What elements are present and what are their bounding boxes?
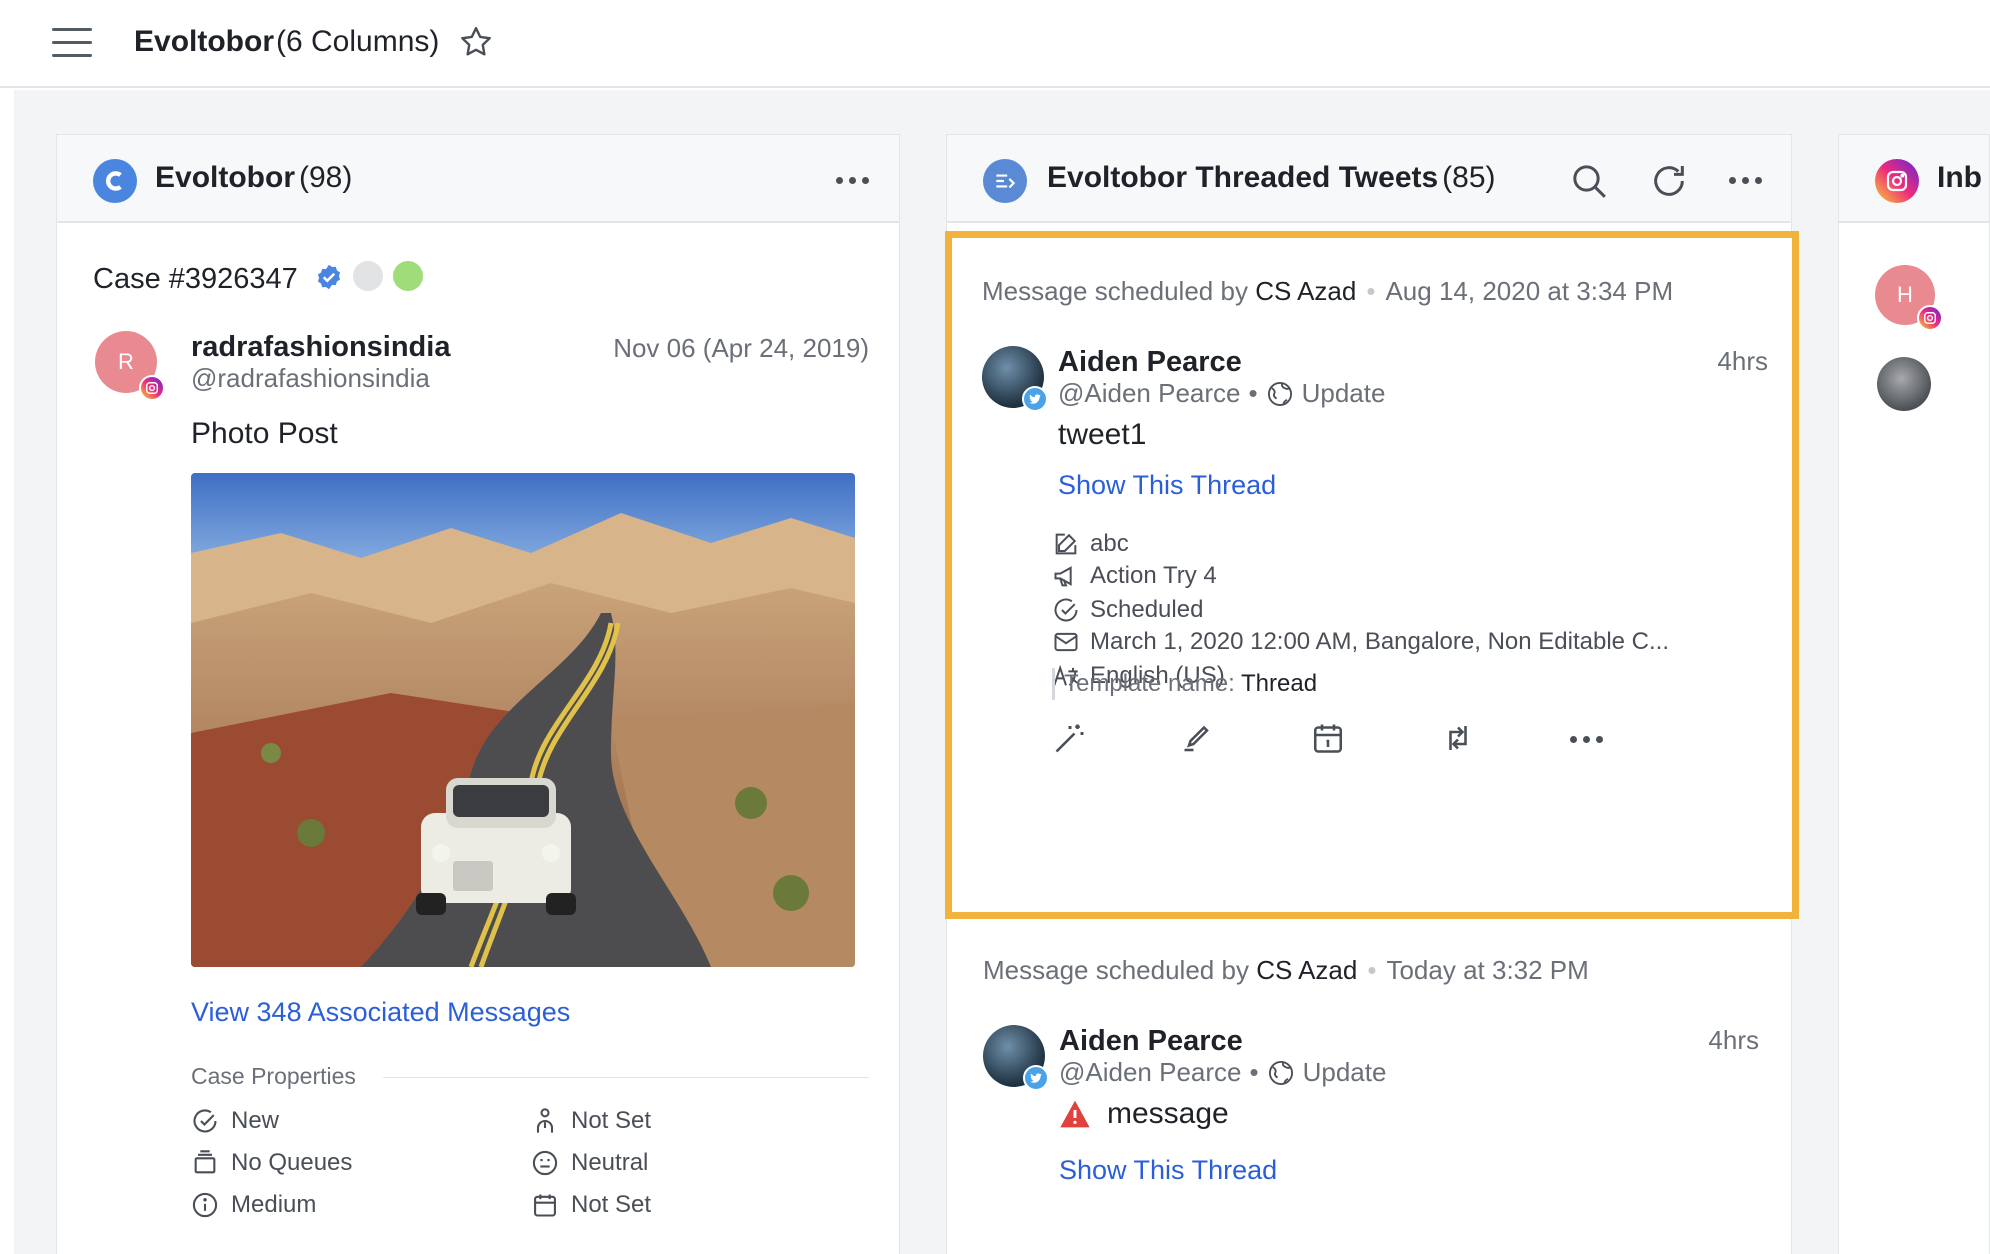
top-bar: Evoltobor (6 Columns) — [0, 0, 1990, 88]
show-thread-link[interactable]: Show This Thread — [1059, 1155, 1277, 1186]
hamburger-icon[interactable] — [52, 28, 92, 60]
dashboard-column-count: (6 Columns) — [276, 25, 440, 58]
info-icon — [192, 1192, 218, 1218]
column-title: Evoltobor Threaded Tweets (85) — [1047, 161, 1496, 194]
warning-icon — [1060, 1100, 1090, 1128]
scheduled-by-line: Message scheduled by CS Azad • Aug 14, 202… — [982, 276, 1674, 306]
message-time: 4hrs — [1717, 346, 1768, 376]
neutral-face-icon — [532, 1150, 558, 1176]
author-handle: @radrafashionsindia — [191, 363, 430, 393]
column-evoltobor: Evoltobor (98) Case #3926347 R radrafashi… — [56, 134, 900, 1254]
column-header: Evoltobor (98) — [57, 135, 899, 223]
dashboard-title: Evoltobor — [134, 25, 274, 58]
property-priority[interactable]: Medium — [191, 1191, 316, 1219]
globe-icon — [1267, 381, 1292, 406]
case-id[interactable]: Case #3926347 — [93, 263, 298, 296]
calendar-icon — [534, 1194, 556, 1217]
magic-wand-icon[interactable] — [1052, 720, 1088, 756]
instagram-badge-icon — [139, 375, 165, 401]
property-sentiment[interactable]: Neutral — [531, 1149, 648, 1177]
status-dot[interactable] — [393, 261, 423, 291]
twitter-badge-icon — [1023, 1065, 1049, 1091]
twitter-badge-icon — [1022, 386, 1048, 412]
refresh-icon[interactable] — [1649, 161, 1689, 201]
scheduled-by-line: Message scheduled by CS Azad • Today at 3:… — [983, 955, 1589, 985]
author-name[interactable]: radrafashionsindia — [191, 331, 450, 364]
queue-icon — [194, 1150, 216, 1174]
associated-messages-link[interactable]: View 348 Associated Messages — [191, 997, 570, 1028]
avatar[interactable] — [1877, 357, 1931, 411]
pen-icon[interactable] — [1180, 720, 1216, 756]
property-assignee[interactable]: Not Set — [531, 1107, 651, 1135]
column-title: Evoltobor (98) — [155, 161, 353, 194]
author-name[interactable]: Aiden Pearce — [1059, 1025, 1243, 1058]
message-more-icon[interactable] — [1570, 736, 1603, 743]
meta-status: Scheduled — [1052, 596, 1203, 624]
message-text: message — [1107, 1097, 1229, 1130]
property-queue[interactable]: No Queues — [191, 1149, 352, 1177]
retweet-icon[interactable] — [1440, 720, 1476, 756]
meta-schedule: March 1, 2020 12:00 AM, Bangalore, Non E… — [1052, 628, 1669, 656]
sprinklr-logo-icon — [93, 159, 137, 203]
verified-icon — [317, 264, 341, 290]
search-icon[interactable] — [1569, 161, 1609, 201]
column-more-icon[interactable] — [1729, 177, 1762, 184]
megaphone-icon — [1054, 566, 1072, 587]
column-header: Evoltobor Threaded Tweets (85) — [947, 135, 1791, 223]
instagram-logo-icon — [1875, 159, 1919, 203]
divider — [383, 1077, 869, 1078]
column-title: Inb — [1937, 161, 1982, 194]
show-thread-link[interactable]: Show This Thread — [1058, 470, 1276, 501]
property-due-date[interactable]: Not Set — [531, 1191, 651, 1219]
author-handle-line: @Aiden Pearce • Update — [1058, 378, 1386, 408]
post-date: Nov 06 (Apr 24, 2019) — [613, 333, 869, 363]
mail-icon — [1054, 632, 1078, 652]
status-icon — [193, 1109, 217, 1133]
case-properties-title: Case Properties — [191, 1063, 356, 1089]
property-status[interactable]: New — [191, 1107, 279, 1135]
calendar-icon[interactable] — [1310, 720, 1346, 756]
message-text: tweet1 — [1058, 418, 1147, 451]
template-bar — [1052, 668, 1055, 700]
template-name: Template name: Thread — [1064, 670, 1318, 697]
author-name[interactable]: Aiden Pearce — [1058, 346, 1242, 379]
post-photo[interactable] — [191, 473, 855, 967]
message-time: 4hrs — [1708, 1025, 1759, 1055]
column-more-icon[interactable] — [836, 177, 869, 184]
scheduled-icon — [1054, 598, 1078, 622]
post-type: Photo Post — [191, 417, 338, 450]
meta-note: abc — [1052, 530, 1129, 558]
column-threaded-tweets: Evoltobor Threaded Tweets (85) Message sc… — [945, 134, 1799, 1254]
meta-campaign: Action Try 4 — [1052, 562, 1217, 590]
edit-icon — [1055, 533, 1077, 555]
column-header: Inb — [1839, 135, 1989, 223]
sentiment-dot[interactable] — [353, 261, 383, 291]
column-inbox: Inb H — [1838, 134, 1990, 1254]
assignee-icon — [536, 1108, 554, 1133]
message-card-highlighted[interactable]: Message scheduled by CS Azad • Aug 14, 202… — [945, 231, 1799, 919]
author-handle-line: @Aiden Pearce • Update — [1059, 1057, 1387, 1087]
globe-icon — [1268, 1060, 1293, 1085]
threaded-tweets-logo-icon — [983, 159, 1027, 203]
instagram-badge-icon — [1917, 305, 1943, 331]
star-icon[interactable] — [458, 24, 494, 60]
